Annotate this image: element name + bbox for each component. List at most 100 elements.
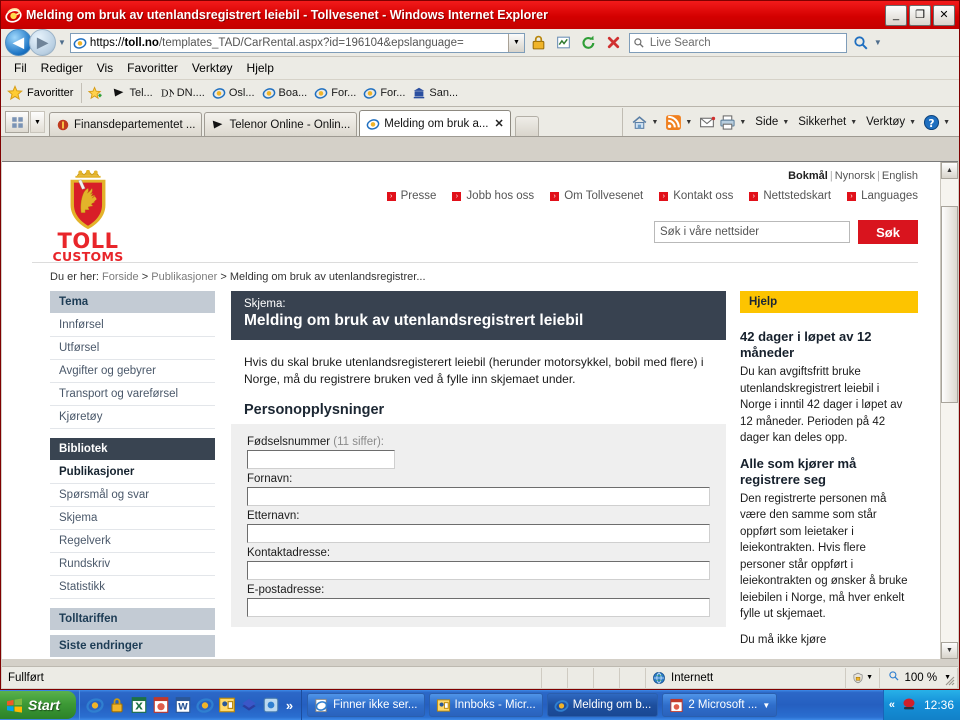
powerpoint-icon[interactable] [152, 696, 170, 714]
home-icon[interactable] [629, 112, 649, 132]
resize-grip-icon[interactable] [943, 674, 955, 686]
menu-item-hjelp[interactable]: Hjelp [240, 61, 281, 75]
side-chevron-down-icon[interactable]: ▼ [780, 119, 794, 126]
etternavn-input[interactable] [247, 524, 710, 543]
quick-launch-overflow[interactable]: » [286, 698, 293, 713]
protected-chevron-down-icon[interactable]: ▼ [866, 674, 873, 681]
print-chevron-down-icon[interactable]: ▼ [737, 119, 751, 126]
favorites-item-san[interactable]: San... [412, 86, 458, 100]
menu-item-favoritter[interactable]: Favoritter [120, 61, 185, 75]
start-button[interactable]: Start [0, 691, 76, 719]
sidebar-item-rundskriv[interactable]: Rundskriv [50, 553, 215, 576]
tab-telenor-online[interactable]: Telenor Online - Onlin... [204, 112, 358, 136]
favorites-item-for-1[interactable]: For... [314, 86, 356, 100]
excel-icon[interactable]: X [130, 696, 148, 714]
page-scrollbar[interactable]: ▲ ▼ [940, 162, 958, 659]
padlock-icon[interactable] [108, 696, 126, 714]
sidebar-item-innforsel[interactable]: Innførsel [50, 314, 215, 337]
app-icon[interactable] [262, 696, 280, 714]
nav-header-bibliotek[interactable]: Bibliotek [50, 438, 215, 460]
taskbar-item-finner-ikke-ser[interactable]: Finner ikke ser... [307, 693, 425, 717]
history-chevron-down-icon[interactable]: ▼ [58, 38, 66, 47]
tab-list-chevron-down-icon[interactable]: ▼ [30, 111, 45, 133]
tab-close-icon[interactable]: ✕ [494, 117, 503, 130]
notes-icon[interactable] [240, 696, 258, 714]
scroll-up-icon[interactable]: ▲ [941, 162, 958, 179]
search-chevron-down-icon[interactable]: ▼ [874, 38, 882, 47]
print-icon[interactable] [717, 112, 737, 132]
menu-item-vis[interactable]: Vis [90, 61, 120, 75]
taskbar-group-chevron-down-icon[interactable]: ▼ [762, 701, 770, 710]
refresh-icon[interactable] [578, 32, 600, 54]
top-link-presse[interactable]: › Presse [386, 190, 436, 202]
sidebar-item-skjema[interactable]: Skjema [50, 507, 215, 530]
menu-item-fil[interactable]: Fil [7, 61, 34, 75]
toll-customs-logo[interactable]: TOLL CUSTOMS [49, 169, 127, 264]
favorites-item-boa[interactable]: Boa... [262, 86, 307, 100]
sidebar-item-statistikk[interactable]: Statistikk [50, 576, 215, 599]
tab-finansdepartementet[interactable]: Finansdepartementet ... [49, 112, 203, 136]
top-link-languages[interactable]: › Languages [847, 190, 918, 202]
nav-header-tolltariffen[interactable]: Tolltariffen [50, 608, 215, 630]
top-link-nettstedskart[interactable]: › Nettstedskart [749, 190, 831, 202]
command-side[interactable]: Side [751, 116, 780, 128]
feeds-chevron-down-icon[interactable]: ▼ [683, 119, 697, 126]
browser-search-input[interactable]: Live Search [628, 32, 847, 53]
word-icon[interactable]: W [174, 696, 192, 714]
sikkerhet-chevron-down-icon[interactable]: ▼ [848, 119, 862, 126]
favorites-item-osl[interactable]: Osl... [212, 86, 255, 100]
language-english[interactable]: English [882, 170, 918, 182]
close-button[interactable]: ✕ [933, 4, 955, 26]
nav-header-siste-endringer[interactable]: Siste endringer [50, 635, 215, 657]
kontaktadresse-input[interactable] [247, 561, 710, 580]
address-input[interactable]: https://toll.no/templates_TAD/CarRental.… [69, 32, 525, 53]
favorites-item-for-2[interactable]: For... [363, 86, 405, 100]
menu-item-verktoy[interactable]: Verktøy [185, 61, 240, 75]
scrollbar-thumb[interactable] [941, 206, 958, 403]
quick-tabs-button[interactable] [5, 111, 29, 133]
fornavn-input[interactable] [247, 487, 710, 506]
favorites-button[interactable]: Favoritter [7, 83, 83, 103]
search-go-icon[interactable] [850, 32, 872, 54]
nav-header-tema[interactable]: Tema [50, 291, 215, 313]
protected-mode-icon[interactable]: ▼ [846, 667, 880, 688]
scrollbar-track[interactable] [941, 179, 958, 642]
address-chevron-down-icon[interactable]: ▼ [507, 33, 524, 52]
top-link-jobb-hos-oss[interactable]: › Jobb hos oss [452, 190, 534, 202]
home-chevron-down-icon[interactable]: ▼ [649, 119, 663, 126]
top-link-kontakt-oss[interactable]: › Kontakt oss [659, 190, 733, 202]
sidebar-item-utforsel[interactable]: Utførsel [50, 337, 215, 360]
tray-expand-icon[interactable]: « [889, 699, 895, 711]
stop-icon[interactable] [603, 32, 625, 54]
taskbar-item-2-microsoft[interactable]: 2 Microsoft ... ▼ [662, 693, 778, 717]
outlook-icon[interactable] [218, 696, 236, 714]
top-link-om-tollvesenet[interactable]: › Om Tollvesenet [550, 190, 643, 202]
security-zone[interactable]: Internett [646, 667, 846, 688]
sidebar-item-sporsmal-og-svar[interactable]: Spørsmål og svar [50, 484, 215, 507]
sidebar-item-regelverk[interactable]: Regelverk [50, 530, 215, 553]
favorites-add-icon[interactable] [88, 86, 105, 100]
epostadresse-input[interactable] [247, 598, 710, 617]
favorites-item-tel[interactable]: Tel... [112, 86, 153, 100]
help-chevron-down-icon[interactable]: ▼ [941, 119, 955, 126]
mail-icon[interactable] [697, 112, 717, 132]
sidebar-item-transport-og-vareforsel[interactable]: Transport og vareførsel [50, 383, 215, 406]
breadcrumb-item-publikasjoner[interactable]: Publikasjoner [151, 271, 217, 283]
verktoy-chevron-down-icon[interactable]: ▼ [907, 119, 921, 126]
tray-app-icon[interactable] [901, 697, 917, 713]
sidebar-item-kjoretoy[interactable]: Kjøretøy [50, 406, 215, 429]
language-nynorsk[interactable]: Nynorsk [835, 170, 875, 182]
internet-explorer-icon[interactable] [86, 696, 104, 714]
menu-item-rediger[interactable]: Rediger [34, 61, 90, 75]
internet-explorer-icon[interactable] [196, 696, 214, 714]
minimize-button[interactable]: _ [885, 4, 907, 26]
sidebar-item-avgifter-og-gebyrer[interactable]: Avgifter og gebyrer [50, 360, 215, 383]
tab-melding-om-bruk[interactable]: Melding om bruk a... ✕ [359, 110, 511, 136]
site-search-input[interactable]: Søk i våre nettsider [654, 221, 850, 243]
favorites-item-dn[interactable]: DN DN.... [160, 86, 205, 100]
forward-arrow-icon[interactable]: ▶ [29, 29, 56, 56]
maximize-button[interactable]: ❐ [909, 4, 931, 26]
scroll-down-icon[interactable]: ▼ [941, 642, 958, 659]
feeds-icon[interactable] [663, 112, 683, 132]
sidebar-item-publikasjoner[interactable]: Publikasjoner [50, 461, 215, 484]
